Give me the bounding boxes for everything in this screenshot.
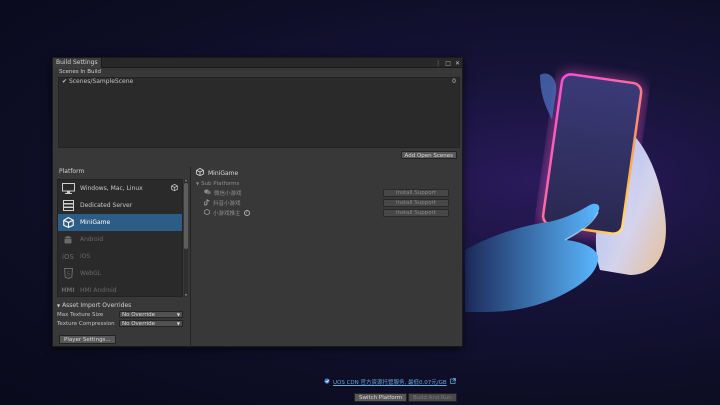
platform-item-hmi-android[interactable]: HMI HMI Android: [58, 282, 182, 296]
unity-active-icon: [171, 183, 178, 193]
platform-label: Dedicated Server: [80, 202, 133, 209]
install-support-button[interactable]: Install Support: [383, 189, 449, 197]
platform-details-title: MiniGame: [208, 169, 239, 177]
wechat-icon: [204, 189, 211, 197]
platform-label: MiniGame: [80, 219, 111, 226]
platform-label: Android: [80, 236, 104, 243]
platform-details-panel: MiniGame ▼ Sub Platforms 微信小游戏 Install S…: [194, 167, 460, 402]
asset-import-overrides: ▼ Asset Import Overrides Max Texture Siz…: [57, 301, 188, 328]
switch-platform-button[interactable]: Switch Platform: [354, 393, 408, 402]
scenes-list[interactable]: ✔ Scenes/SampleScene 0: [58, 77, 460, 148]
scene-index: 0: [452, 78, 456, 85]
platform-item-ios[interactable]: iOS iOS: [58, 248, 182, 265]
install-support-button[interactable]: Install Support: [383, 209, 449, 217]
ios-icon: iOS: [62, 252, 74, 261]
window-controls: ⋮ □ ✕: [435, 58, 460, 68]
scroll-thumb[interactable]: [184, 183, 188, 249]
platform-scrollbar[interactable]: ▲ ▼: [184, 179, 188, 297]
platform-item-dedicated-server[interactable]: Dedicated Server: [58, 197, 182, 214]
scene-checkbox[interactable]: ✔: [62, 78, 67, 85]
scroll-up-icon[interactable]: ▲: [184, 179, 188, 182]
asset-overrides-foldout[interactable]: ▼ Asset Import Overrides: [57, 301, 188, 310]
platform-panel: Platform Windows, Mac, Linux Dedicated S…: [57, 167, 188, 347]
douyin-icon: [203, 198, 210, 208]
dropdown-value: No Override: [122, 320, 156, 327]
asset-overrides-title: Asset Import Overrides: [62, 302, 132, 309]
platform-label: Windows, Mac, Linux: [80, 185, 143, 192]
scene-name: Scenes/SampleScene: [68, 78, 134, 85]
platform-item-windows[interactable]: Windows, Mac, Linux: [58, 180, 182, 197]
dropdown-value: No Override: [122, 311, 156, 318]
install-support-button[interactable]: Install Support: [383, 199, 449, 207]
platform-label: HMI Android: [80, 287, 117, 294]
hmi-icon: HMI: [61, 287, 75, 294]
scenes-in-build-header: Scenes In Build: [59, 69, 102, 75]
external-link-icon[interactable]: [449, 378, 456, 386]
texture-compression-dropdown[interactable]: No Override ▼: [119, 320, 183, 327]
more-options-icon[interactable]: ⋮: [435, 60, 441, 67]
unity-icon: [204, 208, 210, 217]
android-icon: [61, 234, 75, 246]
monitor-icon: [61, 183, 75, 195]
build-and-run-button[interactable]: Build And Run: [408, 393, 457, 402]
platform-label: WebGL: [80, 270, 102, 277]
foldout-arrow-icon: ▼: [196, 181, 200, 186]
tab-build-settings[interactable]: Build Settings: [53, 58, 102, 68]
window-titlebar: Build Settings ⋮ □ ✕: [53, 58, 462, 68]
platform-item-webgl[interactable]: 5 WebGL: [58, 265, 182, 282]
sub-platforms-label: Sub Platforms: [201, 180, 240, 187]
max-texture-size-label: Max Texture Size: [57, 311, 104, 318]
platform-item-android[interactable]: Android: [58, 231, 182, 248]
dropdown-arrow-icon: ▼: [176, 321, 180, 326]
max-texture-size-dropdown[interactable]: No Override ▼: [119, 311, 183, 318]
sub-platform-row: 微信小游戏 Install Support: [194, 188, 460, 198]
add-open-scenes-button[interactable]: Add Open Scenes: [400, 151, 457, 159]
platform-title: Platform: [59, 168, 85, 175]
max-texture-size-row: Max Texture Size No Override ▼: [57, 310, 188, 319]
cdn-icon: [324, 378, 330, 386]
sub-platform-label: 小游戏推主: [213, 211, 241, 217]
close-icon[interactable]: ✕: [455, 60, 460, 67]
platform-item-minigame[interactable]: MiniGame: [58, 214, 182, 231]
cdn-promo-row: UOS CDN 官方资源托管服务, 最低0.07元/GB: [324, 378, 456, 386]
texture-compression-row: Texture Compression No Override ▼: [57, 319, 188, 328]
maximize-icon[interactable]: □: [445, 60, 451, 67]
html5-icon: 5: [61, 268, 75, 280]
sub-platform-row: 小游戏推主 ? Install Support: [194, 208, 460, 218]
sub-platform-label: 微信小游戏: [214, 191, 242, 197]
platform-details-header: MiniGame: [194, 167, 460, 179]
cdn-link[interactable]: UOS CDN 官方资源托管服务, 最低0.07元/GB: [333, 378, 447, 386]
scroll-down-icon[interactable]: ▼: [184, 294, 188, 297]
platform-label: iOS: [80, 253, 91, 260]
sub-platform-label: 抖音小游戏: [213, 201, 241, 207]
svg-text:5: 5: [66, 272, 69, 278]
foldout-arrow-icon: ▼: [57, 303, 61, 308]
sub-platforms-foldout[interactable]: ▼ Sub Platforms: [194, 179, 460, 188]
platform-list: Windows, Mac, Linux Dedicated Server Min…: [57, 179, 183, 297]
minigame-icon: [196, 167, 204, 178]
player-settings-button[interactable]: Player Settings...: [59, 335, 116, 344]
sub-platform-row: 抖音小游戏 Install Support: [194, 198, 460, 208]
build-settings-window: Build Settings ⋮ □ ✕ Scenes In Build ✔ S…: [52, 57, 463, 402]
scene-row[interactable]: ✔ Scenes/SampleScene 0: [59, 78, 459, 86]
texture-compression-label: Texture Compression: [57, 320, 115, 327]
server-icon: [61, 200, 75, 212]
help-icon[interactable]: ?: [243, 210, 250, 216]
minigame-icon: [61, 217, 75, 229]
panel-divider: [190, 167, 191, 347]
dropdown-arrow-icon: ▼: [176, 312, 180, 317]
